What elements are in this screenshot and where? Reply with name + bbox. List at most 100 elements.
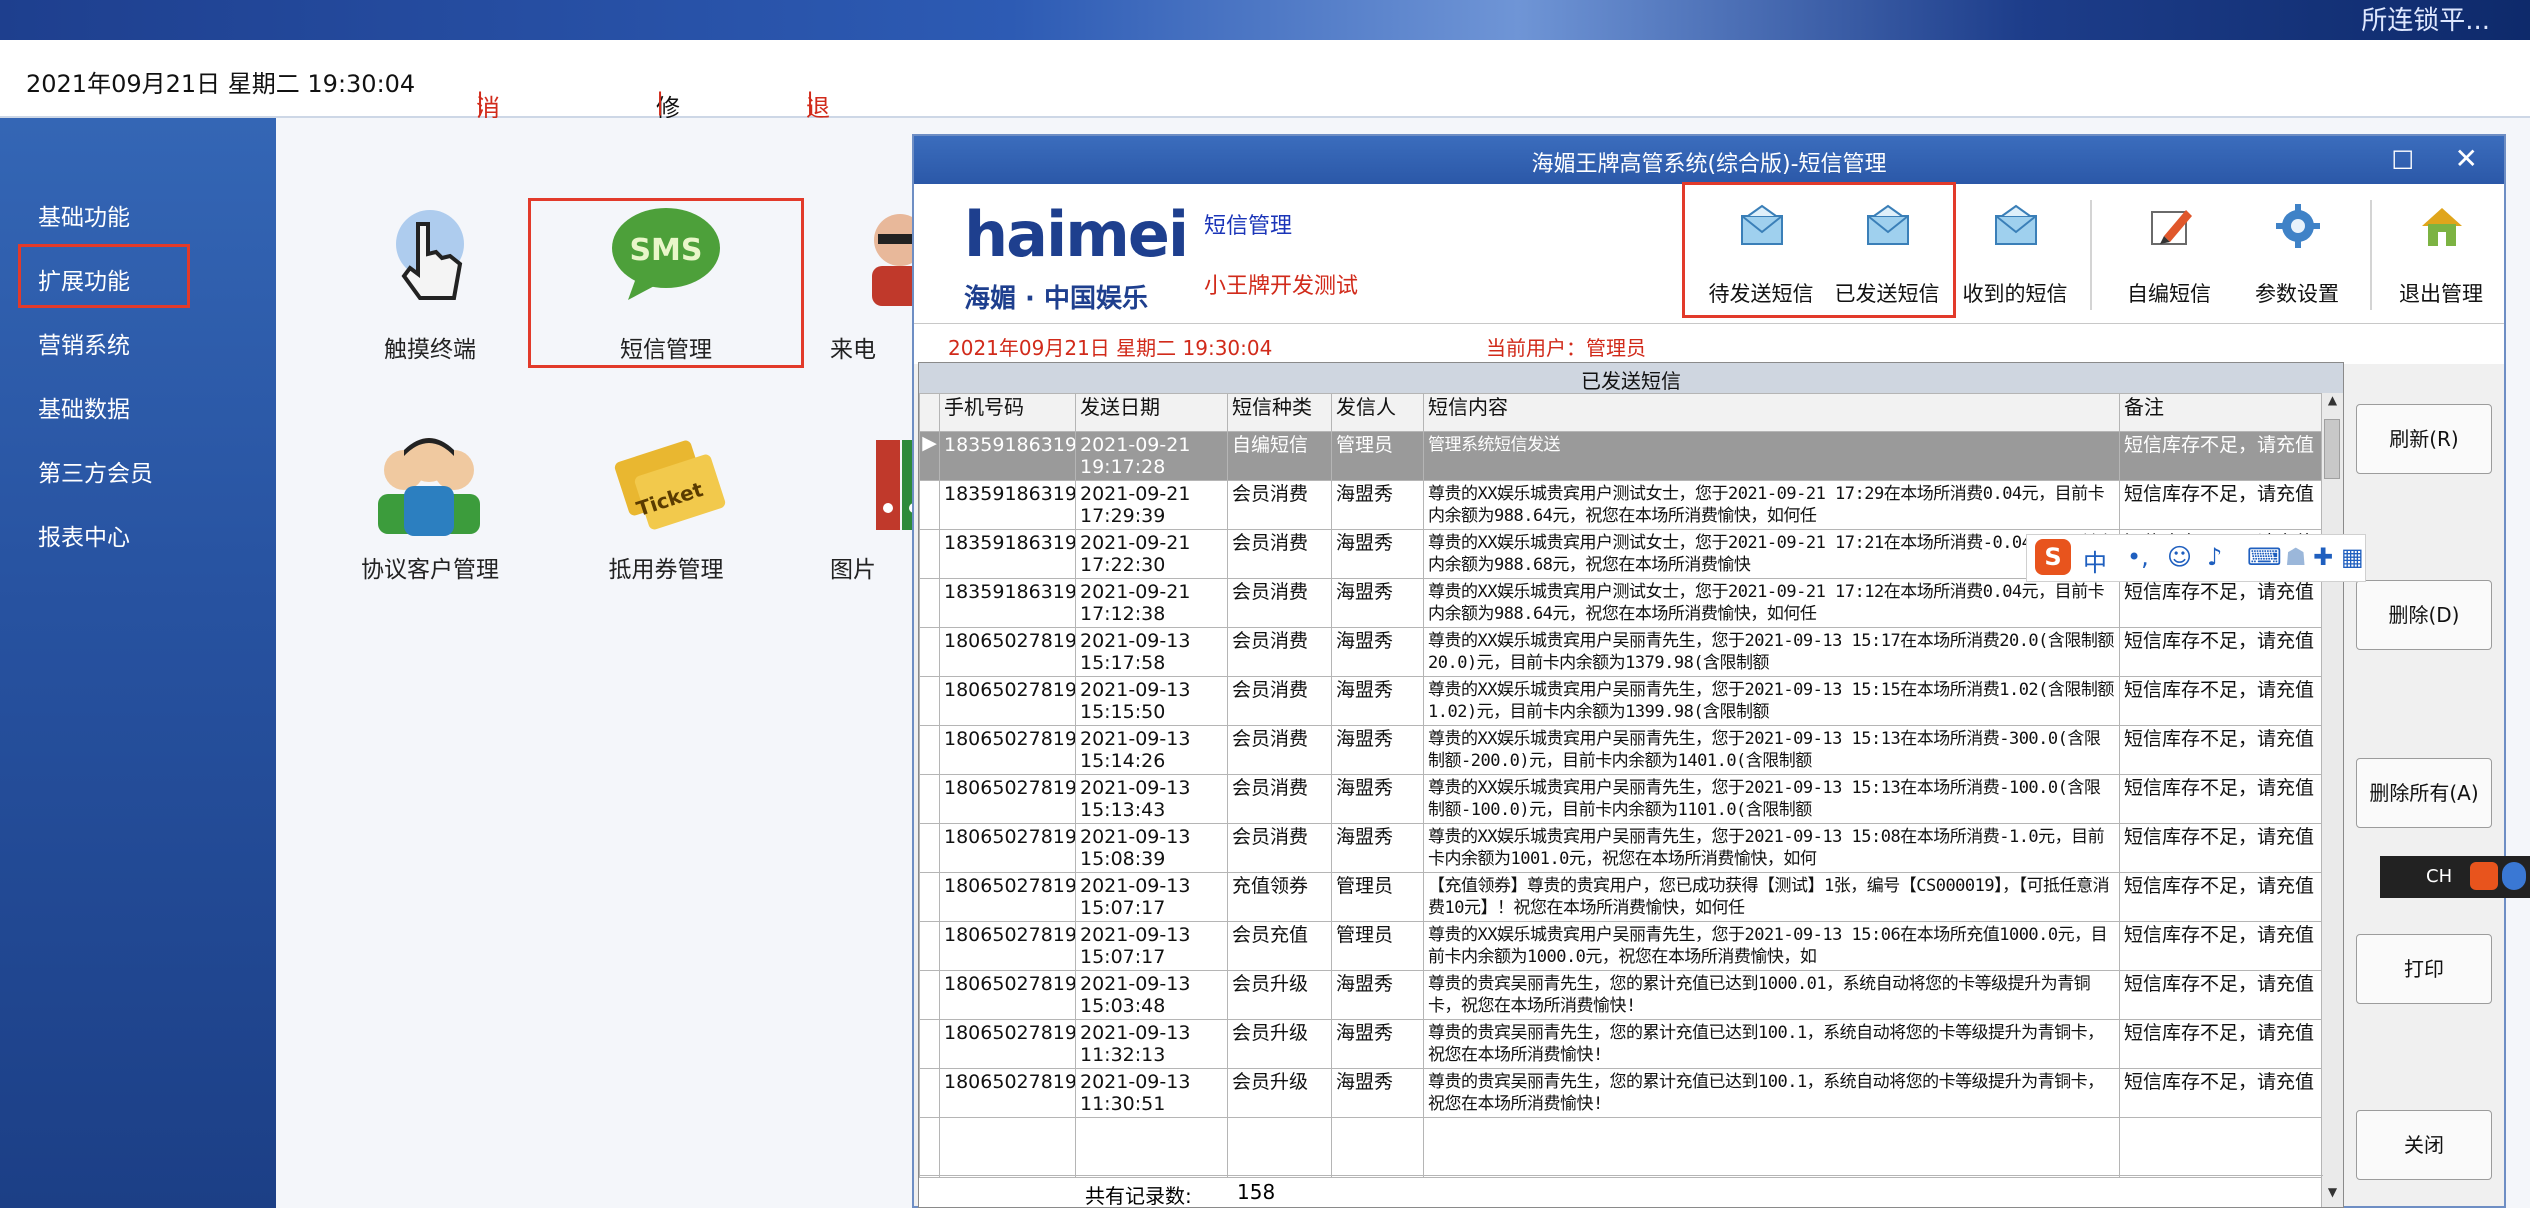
cell-phone: 18065027819 bbox=[939, 1068, 1076, 1118]
punctuation-icon[interactable]: •, bbox=[2127, 543, 2149, 571]
app-agreement-customers[interactable]: 协议客户管理 bbox=[320, 420, 540, 600]
table-row[interactable]: 18065027819 2021-09-13 15:13:43 会员消费 海盟秀 尊贵的… bbox=[919, 774, 2324, 824]
toolbar-exit[interactable]: 退出管理 bbox=[2376, 192, 2506, 320]
app-caller[interactable]: 来电 bbox=[800, 190, 930, 370]
cell-date: 2021-09-13 11:30:51 bbox=[1075, 1068, 1228, 1118]
app-voucher-management[interactable]: Ticket 抵用券管理 bbox=[556, 420, 776, 600]
skin-shirt-icon[interactable]: ✚ bbox=[2313, 543, 2333, 571]
cell-date: 2021-09-13 15:03:48 bbox=[1075, 970, 1228, 1020]
sidebar-item-base-data[interactable]: 基础数据 bbox=[38, 390, 130, 424]
ime-status-bar[interactable]: CH bbox=[2380, 856, 2530, 898]
cell-phone: 18065027819 bbox=[939, 921, 1076, 971]
record-count-value: 158 bbox=[1237, 1180, 1276, 1204]
toolbar-received-sms[interactable]: 收到的短信 bbox=[1950, 192, 2080, 320]
sidebar-item-third-party[interactable]: 第三方会员 bbox=[38, 454, 153, 488]
toolbar-label: 自编短信 bbox=[2127, 282, 2211, 306]
app-label: 协议客户管理 bbox=[361, 557, 499, 583]
scroll-up-arrow-icon[interactable]: ▲ bbox=[2322, 393, 2343, 415]
table-row[interactable]: ▶ 18359186319 2021-09-21 19:17:28 自编短信 管理员 管理… bbox=[919, 431, 2324, 481]
table-row[interactable]: 18065027819 2021-09-13 15:07:17 充值领券 管理员 【充值… bbox=[919, 872, 2324, 922]
table-row[interactable]: 18065027819 2021-09-13 15:08:39 会员消费 海盟秀 尊贵的… bbox=[919, 823, 2324, 873]
keyboard-icon[interactable]: ⌨ bbox=[2247, 543, 2282, 571]
row-pointer-cell bbox=[919, 872, 940, 922]
current-datetime: 2021年09月21日 星期二 19:30:04 bbox=[26, 70, 416, 98]
cell-phone: 18065027819 bbox=[939, 774, 1076, 824]
cell-note: 短信库存不足，请充值 bbox=[2119, 627, 2324, 677]
module-subtitle: 小王牌开发测试 bbox=[1204, 274, 1359, 299]
table-row[interactable]: 18359186319 2021-09-21 17:29:39 会员消费 海盟秀 尊贵的… bbox=[919, 480, 2324, 530]
cell-sender: 管理员 bbox=[1331, 921, 1424, 971]
print-button[interactable]: 打印 bbox=[2356, 934, 2492, 1004]
cell-phone: 18065027819 bbox=[939, 627, 1076, 677]
cell-date: 2021-09-13 15:08:39 bbox=[1075, 823, 1228, 873]
refresh-button[interactable]: 刷新(R) bbox=[2356, 404, 2492, 474]
help-icon[interactable] bbox=[2502, 862, 2526, 890]
table-row[interactable]: 18065027819 2021-09-13 15:07:17 会员充值 管理员 尊贵的… bbox=[919, 921, 2324, 971]
emoji-icon[interactable]: ☺ bbox=[2167, 543, 2192, 571]
cell-date: 2021-09-21 19:17:28 bbox=[1075, 431, 1228, 481]
column-header[interactable]: 发信人 bbox=[1331, 393, 1424, 432]
toolbar-label: 退出管理 bbox=[2399, 282, 2483, 306]
table-row[interactable]: 18065027819 2021-09-13 15:15:50 会员消费 海盟秀 尊贵的… bbox=[919, 676, 2324, 726]
cell-content: 管理系统短信发送 bbox=[1423, 431, 2120, 481]
cell-date: 2021-09-13 15:07:17 bbox=[1075, 921, 1228, 971]
delete-button[interactable]: 删除(D) bbox=[2356, 580, 2492, 650]
home-exit-icon bbox=[2422, 208, 2462, 246]
app-touch-terminal[interactable]: 触摸终端 bbox=[320, 190, 540, 370]
ime-toolbar[interactable]: S 中 •, ☺ ♪ ⌨ ☗ ✚ ▦ bbox=[2026, 534, 2366, 582]
cell-content: 尊贵的XX娱乐城贵宾用户测试女士，您于2021-09-21 17:29在本场所消… bbox=[1423, 480, 2120, 530]
microphone-icon[interactable]: ♪ bbox=[2207, 543, 2222, 571]
current-user: 当前用户：管理员 bbox=[1486, 336, 1646, 360]
delete-all-button[interactable]: 删除所有(A) bbox=[2356, 758, 2492, 828]
cell-note: 短信库存不足，请充值 bbox=[2119, 970, 2324, 1020]
column-header[interactable]: 短信种类 bbox=[1227, 393, 1332, 432]
info-bar: 2021年09月21日 星期二 19:30:04 消息提醒(2) | 修改密码 … bbox=[0, 40, 2530, 256]
empty-cell bbox=[1227, 1117, 1332, 1178]
cell-phone: 18359186319 bbox=[939, 529, 1076, 579]
app-label: 抵用券管理 bbox=[608, 557, 724, 583]
column-header[interactable]: 手机号码 bbox=[939, 393, 1076, 432]
empty-cell bbox=[1423, 1117, 2120, 1178]
sidebar-item-basic[interactable]: 基础功能 bbox=[38, 198, 130, 232]
row-pointer-cell bbox=[919, 823, 940, 873]
table-row[interactable]: 18065027819 2021-09-13 15:03:48 会员升级 海盟秀 尊贵的… bbox=[919, 970, 2324, 1020]
table-row[interactable]: 18065027819 2021-09-13 11:32:13 会员升级 海盟秀 尊贵的… bbox=[919, 1019, 2324, 1069]
table-row[interactable]: 18359186319 2021-09-21 17:12:38 会员消费 海盟秀 尊贵的… bbox=[919, 578, 2324, 628]
cell-phone: 18065027819 bbox=[939, 725, 1076, 775]
toolbar-compose-sms[interactable]: 自编短信 bbox=[2104, 192, 2234, 320]
scroll-down-arrow-icon[interactable]: ▼ bbox=[2322, 1185, 2343, 1207]
grid-menu-icon[interactable]: ▦ bbox=[2341, 543, 2364, 571]
close-window-button[interactable]: ✕ bbox=[2455, 142, 2478, 175]
sidebar-active-highlight bbox=[18, 244, 190, 308]
empty-cell bbox=[919, 1117, 940, 1178]
close-button[interactable]: 关闭 bbox=[2356, 1110, 2492, 1180]
row-pointer-cell bbox=[919, 627, 940, 677]
cell-phone: 18359186319 bbox=[939, 431, 1076, 481]
cell-phone: 18065027819 bbox=[939, 823, 1076, 873]
vertical-scrollbar[interactable]: ▲ ▼ bbox=[2321, 393, 2343, 1207]
maximize-button[interactable]: □ bbox=[2391, 144, 2414, 172]
scrollbar-thumb[interactable] bbox=[2324, 419, 2340, 479]
app-pictures[interactable]: 图片 bbox=[800, 420, 926, 600]
cell-type: 会员消费 bbox=[1227, 529, 1332, 579]
column-header[interactable]: 备注 bbox=[2119, 393, 2324, 432]
cell-sender: 海盟秀 bbox=[1331, 578, 1424, 628]
user-icon[interactable]: ☗ bbox=[2285, 543, 2307, 571]
cell-content: 尊贵的XX娱乐城贵宾用户吴丽青先生，您于2021-09-13 15:13在本场所… bbox=[1423, 774, 2120, 824]
sidebar-item-marketing[interactable]: 营销系统 bbox=[38, 326, 130, 360]
ime-mode-label[interactable]: 中 bbox=[2083, 543, 2107, 578]
cell-note: 短信库存不足，请充值 bbox=[2119, 480, 2324, 530]
column-header[interactable]: 短信内容 bbox=[1423, 393, 2120, 432]
sms-app-highlight bbox=[528, 198, 804, 368]
sidebar-item-reports[interactable]: 报表中心 bbox=[38, 518, 130, 552]
toolbar-settings[interactable]: 参数设置 bbox=[2232, 192, 2362, 320]
table-row[interactable]: 18065027819 2021-09-13 15:17:58 会员消费 海盟秀 尊贵的… bbox=[919, 627, 2324, 677]
dialog-titlebar[interactable]: 海媚王牌高管系统(综合版)-短信管理 □ ✕ bbox=[914, 136, 2504, 184]
column-header[interactable]: 发送日期 bbox=[1075, 393, 1228, 432]
cell-sender: 海盟秀 bbox=[1331, 970, 1424, 1020]
cell-note: 短信库存不足，请充值 bbox=[2119, 1068, 2324, 1118]
cell-date: 2021-09-13 15:14:26 bbox=[1075, 725, 1228, 775]
table-row[interactable]: 18065027819 2021-09-13 11:30:51 会员升级 海盟秀 尊贵的… bbox=[919, 1068, 2324, 1118]
cell-sender: 海盟秀 bbox=[1331, 725, 1424, 775]
table-row[interactable]: 18065027819 2021-09-13 15:14:26 会员消费 海盟秀 尊贵的… bbox=[919, 725, 2324, 775]
